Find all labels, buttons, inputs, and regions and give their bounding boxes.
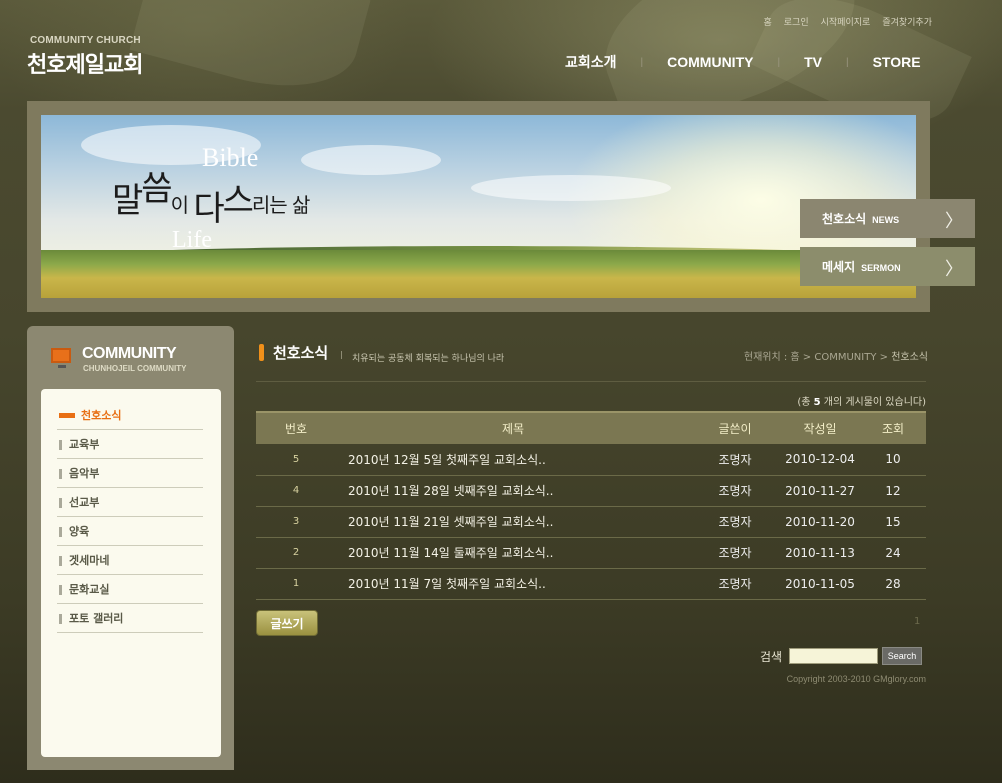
post-date: 2010-12-04 [780, 444, 860, 476]
sidebar-item-photo-gallery[interactable]: 포토 갤러리 [57, 604, 203, 633]
nav-item-about[interactable]: 교회소개 [565, 52, 617, 72]
post-date: 2010-11-27 [780, 475, 860, 507]
post-number: 3 [256, 506, 336, 538]
post-views: 28 [860, 568, 926, 600]
sidebar-item-news[interactable]: 천호소식 [57, 401, 203, 430]
link-add-bookmark[interactable]: 즐겨찾기추가 [882, 15, 932, 28]
post-subject-link[interactable]: 2010년 12월 5일 첫째주일 교회소식.. [336, 444, 690, 476]
title-divider: | [340, 350, 343, 359]
search-label: 검색 [760, 650, 783, 664]
logo-subtitle: COMMUNITY CHURCH [30, 35, 141, 46]
table-row: 2 2010년 11월 14일 둘째주일 교회소식.. 조명자 2010-11-… [256, 537, 926, 569]
breadcrumb: 현재위치 : 홈 > COMMUNITY > 천호소식 [743, 352, 928, 363]
post-number: 2 [256, 537, 336, 569]
post-author: 조명자 [690, 475, 780, 507]
title-marker [259, 344, 264, 361]
column-header-date: 작성일 [780, 411, 860, 444]
search-button[interactable]: Search [882, 647, 922, 665]
chevron-right-icon: 〉 [945, 259, 963, 280]
post-date: 2010-11-13 [780, 537, 860, 569]
column-header-subject: 제목 [336, 411, 690, 444]
post-number: 5 [256, 444, 336, 476]
sidebar-title: COMMUNITY [82, 345, 177, 362]
sidebar-item-education[interactable]: 교육부 [57, 430, 203, 459]
nav-item-tv[interactable]: TV [804, 54, 822, 70]
post-date: 2010-11-20 [780, 506, 860, 538]
post-table: 번호 제목 글쓴이 작성일 조회 5 2010년 12월 5일 첫째주일 교회소… [256, 411, 926, 600]
post-subject-link[interactable]: 2010년 11월 21일 셋째주일 교회소식.. [336, 506, 690, 538]
post-subject-link[interactable]: 2010년 11월 7일 첫째주일 교회소식.. [336, 568, 690, 600]
main-navigation: 교회소개 | COMMUNITY | TV | STORE [565, 52, 921, 72]
pagination-page-1[interactable]: 1 [914, 616, 920, 627]
sidebar-menu: 천호소식 교육부 음악부 선교부 양육 겟세마네 문화교실 포토 갤러리 [41, 389, 221, 757]
post-count: (총 5 개의 게시물이 있습니다) [797, 397, 926, 408]
column-header-views: 조회 [860, 411, 926, 444]
top-utility-links: 홈 로그인 시작페이지로 즐겨찾기추가 [764, 15, 933, 28]
site-logo[interactable]: 천호제일교회 [27, 47, 143, 79]
link-set-homepage[interactable]: 시작페이지로 [821, 15, 871, 28]
post-date: 2010-11-05 [780, 568, 860, 600]
link-login[interactable]: 로그인 [784, 15, 809, 28]
banner-word-life: Life [172, 227, 212, 253]
page-description: 치유되는 공동체 회복되는 하나님의 나라 [352, 354, 505, 364]
nav-separator: | [640, 56, 644, 68]
post-author: 조명자 [690, 568, 780, 600]
post-number: 4 [256, 475, 336, 507]
table-header-row: 번호 제목 글쓴이 작성일 조회 [256, 411, 926, 444]
column-header-author: 글쓴이 [690, 411, 780, 444]
banner-headline: 말씀이 다스리는 삶 [112, 169, 310, 229]
post-views: 12 [860, 475, 926, 507]
post-author: 조명자 [690, 506, 780, 538]
table-row: 5 2010년 12월 5일 첫째주일 교회소식.. 조명자 2010-12-0… [256, 444, 926, 476]
link-home[interactable]: 홈 [764, 15, 772, 28]
monitor-icon [51, 348, 71, 368]
table-row: 4 2010년 11월 28일 넷째주일 교회소식.. 조명자 2010-11-… [256, 475, 926, 507]
post-views: 24 [860, 537, 926, 569]
post-views: 10 [860, 444, 926, 476]
post-subject-link[interactable]: 2010년 11월 28일 넷째주일 교회소식.. [336, 475, 690, 507]
divider [256, 381, 926, 382]
nav-item-store[interactable]: STORE [873, 54, 921, 70]
sidebar-subtitle: CHUNHOJEIL COMMUNITY [83, 364, 187, 373]
nav-separator: | [777, 56, 781, 68]
sidebar-item-music[interactable]: 음악부 [57, 459, 203, 488]
page-title: 천호소식 [273, 344, 329, 362]
write-post-button[interactable]: 글쓰기 [256, 610, 318, 636]
banner-word-bible: Bible [202, 143, 259, 172]
post-subject-link[interactable]: 2010년 11월 14일 둘째주일 교회소식.. [336, 537, 690, 569]
sidebar-item-nurture[interactable]: 양육 [57, 517, 203, 546]
post-author: 조명자 [690, 537, 780, 569]
table-row: 3 2010년 11월 21일 셋째주일 교회소식.. 조명자 2010-11-… [256, 506, 926, 538]
quick-link-sermon[interactable]: 메세지 SERMON 〉 [800, 247, 975, 286]
sidebar-item-gethsemane[interactable]: 겟세마네 [57, 546, 203, 575]
sidebar: COMMUNITY CHUNHOJEIL COMMUNITY 천호소식 교육부 … [27, 326, 234, 770]
chevron-right-icon: 〉 [945, 211, 963, 232]
copyright-text: Copyright 2003-2010 GMglory.com [786, 674, 926, 684]
nav-item-community[interactable]: COMMUNITY [667, 54, 753, 70]
nav-separator: | [845, 56, 849, 68]
post-author: 조명자 [690, 444, 780, 476]
post-number: 1 [256, 568, 336, 600]
quick-link-news[interactable]: 천호소식 NEWS 〉 [800, 199, 975, 238]
column-header-number: 번호 [256, 411, 336, 444]
table-row: 1 2010년 11월 7일 첫째주일 교회소식.. 조명자 2010-11-0… [256, 568, 926, 600]
post-views: 15 [860, 506, 926, 538]
sidebar-item-mission[interactable]: 선교부 [57, 488, 203, 517]
search-input[interactable] [789, 648, 878, 664]
sidebar-item-culture-class[interactable]: 문화교실 [57, 575, 203, 604]
